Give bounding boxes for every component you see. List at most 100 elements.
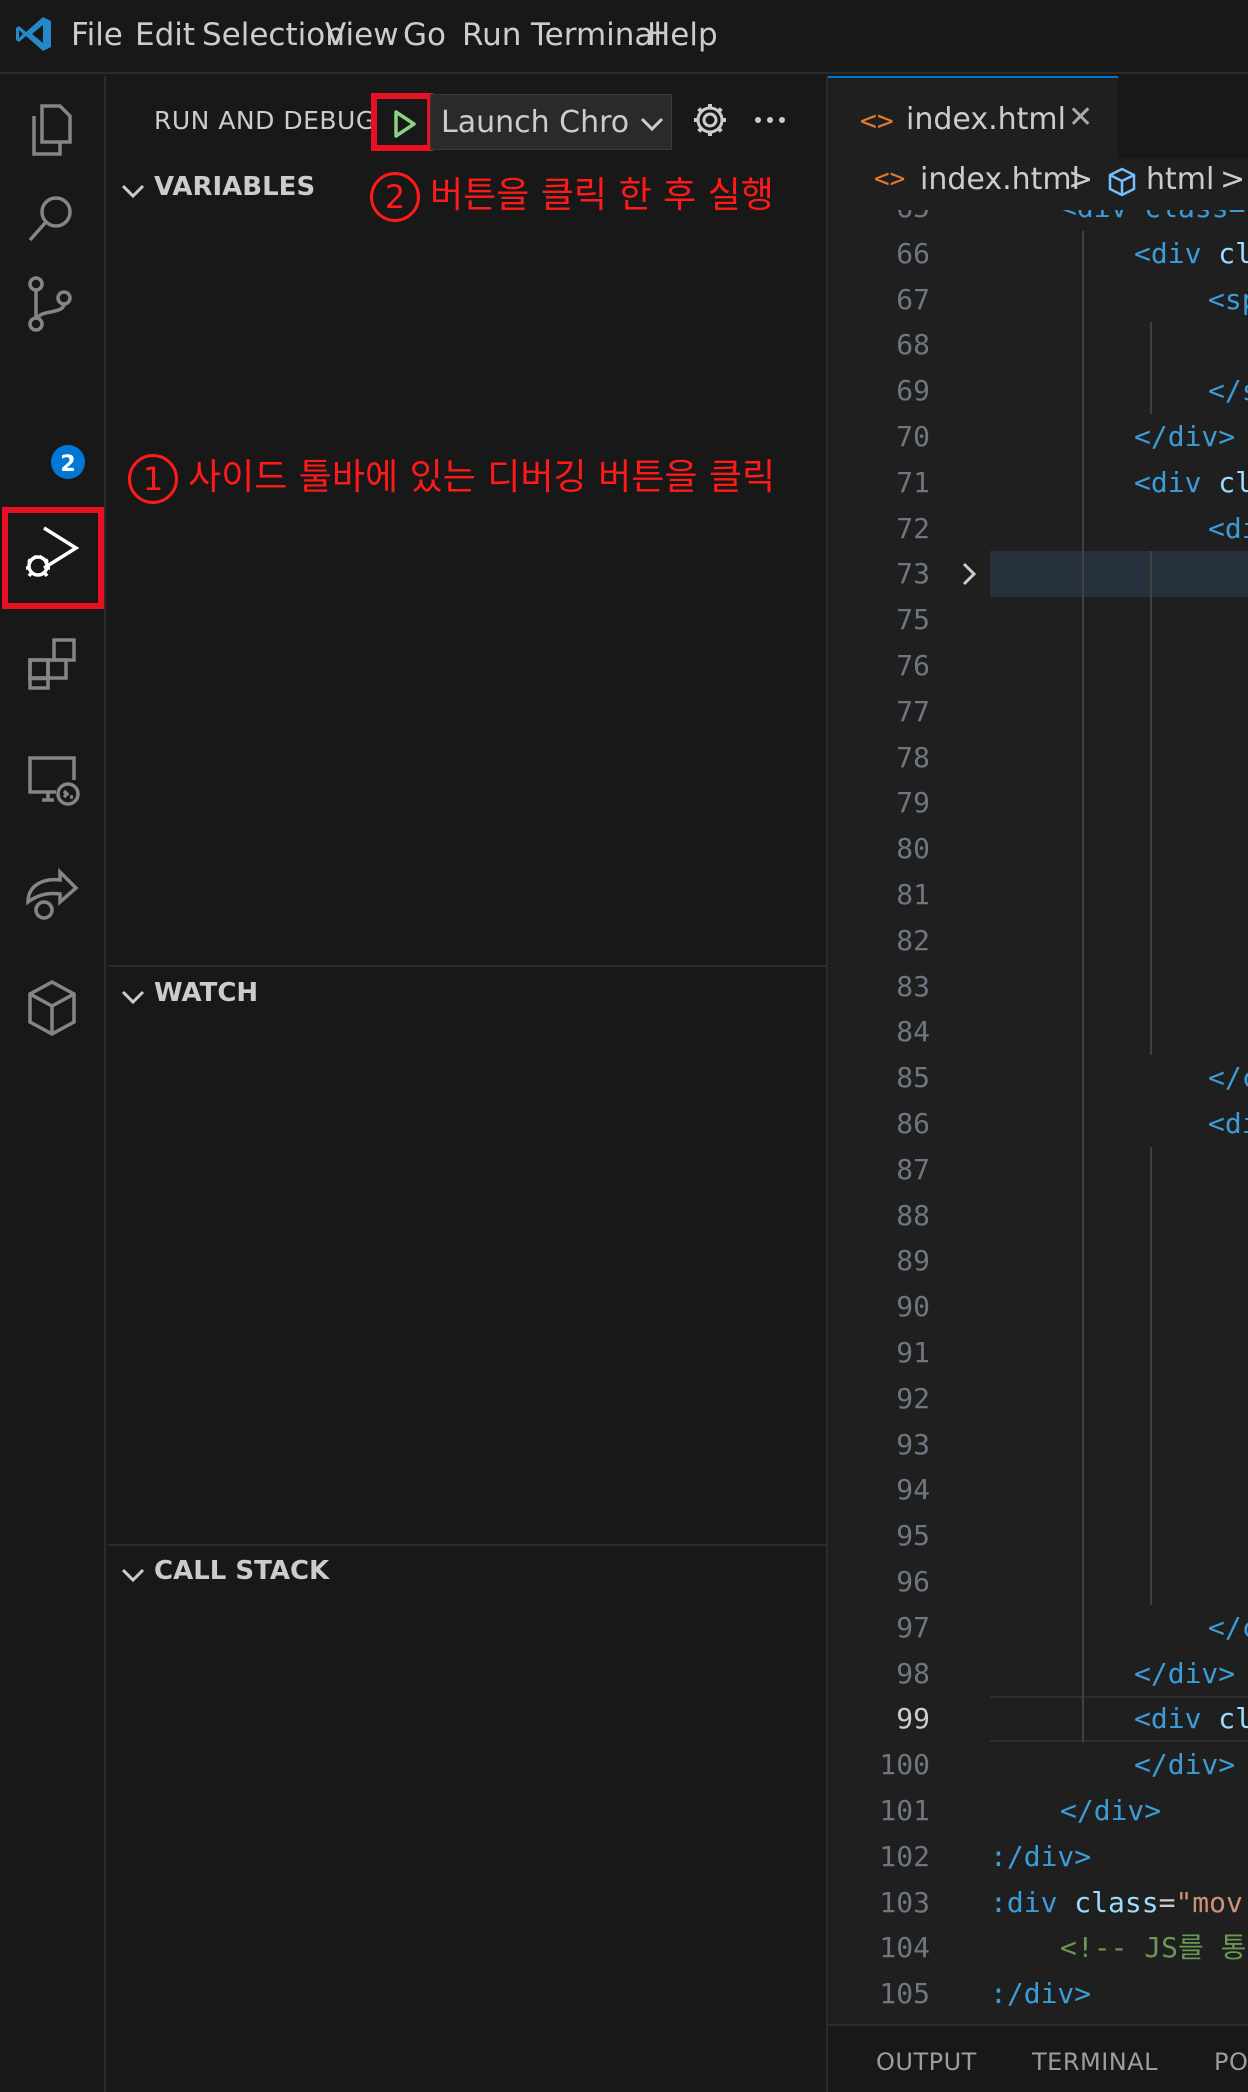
code-line[interactable]: 99 <div cl bbox=[828, 1696, 1248, 1742]
breadcrumb-file[interactable]: index.html bbox=[920, 162, 1080, 197]
menu-run[interactable]: Run bbox=[462, 17, 521, 53]
code-line[interactable]: 104 <!-- JS를 통 bbox=[828, 1925, 1248, 1971]
panel-tab-terminal[interactable]: TERMINAL bbox=[1032, 2048, 1158, 2076]
code-line[interactable]: 100 </div> bbox=[828, 1742, 1248, 1788]
code-line[interactable]: 98 </div> bbox=[828, 1651, 1248, 1697]
sidebar-title: RUN AND DEBUG bbox=[154, 106, 376, 135]
code-line[interactable]: 103:div class="mov bbox=[828, 1880, 1248, 1926]
code-line[interactable]: 89 bbox=[828, 1238, 1248, 1284]
line-number: 89 bbox=[896, 1244, 930, 1278]
menu-help[interactable]: Help bbox=[647, 17, 718, 53]
code-line[interactable]: 85 </c bbox=[828, 1055, 1248, 1101]
line-number: 80 bbox=[896, 832, 930, 866]
code-line[interactable]: 91 bbox=[828, 1330, 1248, 1376]
annotation-number: 1 bbox=[128, 454, 178, 504]
section-divider[interactable] bbox=[108, 965, 826, 967]
code-line[interactable]: 77 bbox=[828, 689, 1248, 735]
extensions-icon[interactable] bbox=[20, 632, 84, 696]
chevron-down-icon bbox=[121, 1568, 145, 1583]
code-line[interactable]: 75 bbox=[828, 597, 1248, 643]
code-line[interactable]: 82 bbox=[828, 918, 1248, 964]
watch-section-header[interactable]: WATCH bbox=[108, 968, 826, 1024]
code-line[interactable]: 95 bbox=[828, 1513, 1248, 1559]
code-line[interactable]: 90 bbox=[828, 1284, 1248, 1330]
code-text: <div cl bbox=[1134, 236, 1248, 270]
line-number: 88 bbox=[896, 1198, 930, 1232]
line-number: 75 bbox=[896, 603, 930, 637]
call-stack-section-header[interactable]: CALL STACK bbox=[108, 1546, 826, 1602]
code-line[interactable]: 93 bbox=[828, 1422, 1248, 1468]
variables-label: VARIABLES bbox=[154, 172, 316, 202]
code-text: </div> bbox=[1060, 1794, 1162, 1827]
code-line[interactable]: 102:/div> bbox=[828, 1834, 1248, 1880]
more-actions-icon[interactable] bbox=[748, 98, 792, 142]
breadcrumb-element[interactable]: html bbox=[1146, 162, 1214, 197]
code-line[interactable]: 84 bbox=[828, 1009, 1248, 1055]
code-line[interactable]: 78 bbox=[828, 735, 1248, 781]
code-line[interactable]: 81 bbox=[828, 872, 1248, 918]
source-control-icon[interactable] bbox=[20, 272, 84, 336]
chevron-down-icon bbox=[121, 184, 145, 199]
code-line[interactable]: 67 <sp bbox=[828, 277, 1248, 323]
line-number: 105 bbox=[879, 1977, 930, 2011]
code-line[interactable]: 72 <di bbox=[828, 506, 1248, 552]
code-line[interactable]: 86 <di bbox=[828, 1101, 1248, 1147]
line-number: 87 bbox=[896, 1152, 930, 1186]
code-line[interactable]: 76 bbox=[828, 643, 1248, 689]
menu-terminal[interactable]: Terminal bbox=[531, 17, 662, 53]
code-line[interactable]: 68 bbox=[828, 322, 1248, 368]
code-line[interactable]: 79 bbox=[828, 780, 1248, 826]
search-icon[interactable] bbox=[20, 186, 84, 250]
vscode-logo-icon bbox=[16, 17, 51, 51]
code-line[interactable]: 71 <div cl bbox=[828, 460, 1248, 506]
line-number: 79 bbox=[896, 786, 930, 820]
code-line[interactable]: 105:/div> bbox=[828, 1971, 1248, 2017]
line-number: 68 bbox=[896, 328, 930, 362]
line-number: 86 bbox=[896, 1107, 930, 1140]
code-line[interactable]: 96 bbox=[828, 1559, 1248, 1605]
menu-go[interactable]: Go bbox=[403, 17, 446, 53]
line-number: 66 bbox=[896, 236, 930, 270]
code-editor[interactable]: 65 <div class= 66 <div cl 67 <sp 68 69 </s 70 </di… bbox=[828, 210, 1248, 2030]
line-number: 92 bbox=[896, 1381, 930, 1415]
code-line[interactable]: 101 </div> bbox=[828, 1788, 1248, 1834]
code-line[interactable]: 92 bbox=[828, 1376, 1248, 1422]
code-line[interactable]: 73 bbox=[828, 551, 1248, 597]
code-text: </div> bbox=[1134, 420, 1236, 453]
indent-guide bbox=[1082, 230, 1084, 1743]
code-line[interactable]: 66 <div cl bbox=[828, 231, 1248, 277]
remote-explorer-icon[interactable] bbox=[20, 748, 84, 812]
line-number: 104 bbox=[879, 1931, 930, 1965]
close-icon[interactable]: ✕ bbox=[1068, 100, 1093, 135]
tab-index-html[interactable]: <> index.html ✕ bbox=[828, 76, 1118, 158]
chevron-down-icon bbox=[121, 990, 145, 1005]
code-line[interactable]: 94 bbox=[828, 1467, 1248, 1513]
panel-tab-output[interactable]: OUTPUT bbox=[876, 2048, 977, 2076]
code-line[interactable]: 88 bbox=[828, 1193, 1248, 1239]
code-line[interactable]: 80 bbox=[828, 826, 1248, 872]
title-bar: File Edit Selection View Go Run Terminal… bbox=[0, 0, 1248, 74]
menu-edit[interactable]: Edit bbox=[135, 17, 195, 53]
code-line[interactable]: 83 bbox=[828, 964, 1248, 1010]
indent-guide bbox=[1150, 322, 1152, 414]
code-line[interactable]: 97 </c bbox=[828, 1605, 1248, 1651]
explorer-icon[interactable] bbox=[20, 98, 84, 162]
code-line[interactable]: 69 </s bbox=[828, 368, 1248, 414]
code-text: </s bbox=[1208, 374, 1248, 408]
code-line[interactable]: 65 <div class= bbox=[828, 210, 1248, 231]
code-line[interactable]: 70 </div> bbox=[828, 414, 1248, 460]
line-number: 100 bbox=[879, 1748, 930, 1782]
launch-config-select[interactable]: Launch Chro bbox=[430, 94, 672, 150]
menu-view[interactable]: View bbox=[325, 17, 399, 53]
code-text: <div cl bbox=[1134, 1702, 1248, 1736]
menu-selection[interactable]: Selection bbox=[202, 17, 345, 53]
gear-icon[interactable] bbox=[688, 98, 732, 142]
codesandbox-icon[interactable] bbox=[20, 976, 84, 1040]
watch-label: WATCH bbox=[154, 978, 259, 1008]
code-text: <div class= bbox=[1060, 210, 1245, 231]
panel-tab-problems[interactable]: PO bbox=[1214, 2048, 1248, 2076]
menu-file[interactable]: File bbox=[71, 17, 123, 53]
code-line[interactable]: 87 bbox=[828, 1147, 1248, 1193]
activity-bar: 2 bbox=[0, 76, 106, 2092]
live-share-icon[interactable] bbox=[20, 862, 84, 926]
